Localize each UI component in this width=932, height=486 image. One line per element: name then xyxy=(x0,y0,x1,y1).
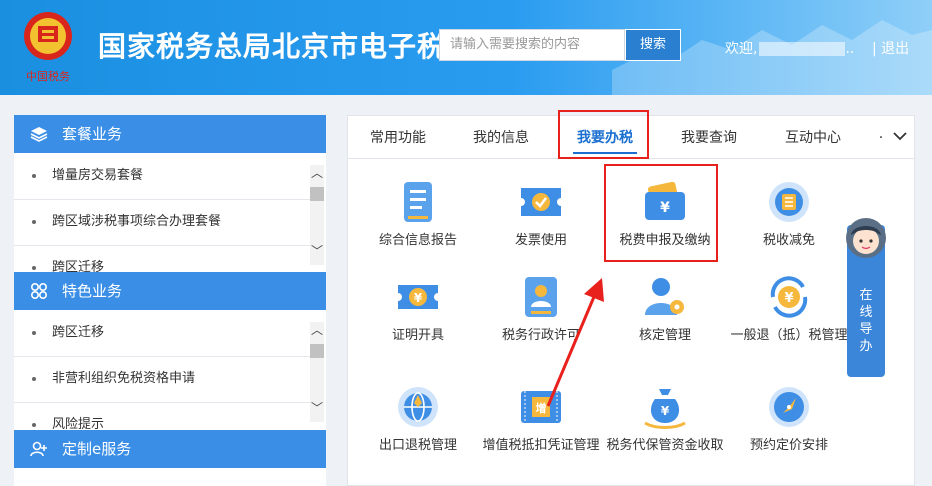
logout-label: 退出 xyxy=(881,41,910,57)
tile-general-refund[interactable]: ¥ 一般退（抵）税管理 xyxy=(729,273,849,345)
bullet xyxy=(32,174,36,178)
section-title: 套餐业务 xyxy=(62,125,123,143)
scrollbar[interactable]: ︿ ﹀ xyxy=(310,165,324,265)
refund-icon: ¥ xyxy=(770,276,808,318)
section-features[interactable]: 特色业务 xyxy=(14,272,326,310)
tab-interaction[interactable]: 互动中心 xyxy=(763,116,863,158)
welcome-text: 欢迎,.. xyxy=(725,38,854,58)
certificate-icon: ¥ xyxy=(398,285,438,309)
list-item-label: 非营利组织免税资格申请 xyxy=(52,371,196,386)
annotation-arrow xyxy=(546,278,604,407)
svg-text:中国税务: 中国税务 xyxy=(26,69,70,83)
svg-text:¥: ¥ xyxy=(784,291,793,306)
chevron-up-icon[interactable]: ︿ xyxy=(310,165,324,181)
tile-label: 证明开具 xyxy=(391,328,444,343)
section-packages[interactable]: 套餐业务 xyxy=(14,115,326,153)
chevron-up-icon[interactable]: ︿ xyxy=(310,322,324,338)
list-item[interactable]: 风险提示 xyxy=(14,402,310,430)
section-title: 特色业务 xyxy=(62,282,123,300)
tile-invoice-use[interactable]: 发票使用 xyxy=(481,178,601,250)
highlight-box-tab xyxy=(558,110,649,159)
tile-label: 一般退（抵）税管理 xyxy=(730,328,848,343)
assistant-avatar-icon xyxy=(846,218,886,258)
bullet xyxy=(32,423,36,427)
chevron-down-icon[interactable] xyxy=(890,126,910,146)
scroll-thumb[interactable] xyxy=(310,344,324,358)
guide-char: 线 xyxy=(859,305,873,320)
list-item[interactable]: 跨区迁移 xyxy=(14,310,310,357)
left-sidebar: 套餐业务 增量房交易套餐 跨区域涉税事项综合办理套餐 跨区迁移 ︿ ﹀ 特色业务… xyxy=(14,115,326,486)
tile-export-refund[interactable]: 出口退税管理 xyxy=(358,383,478,455)
list-item[interactable]: 增量房交易套餐 xyxy=(14,153,310,200)
tab-common[interactable]: 常用功能 xyxy=(348,116,448,158)
list-item-label: 增量房交易套餐 xyxy=(52,168,144,183)
list-item-label: 跨区迁移 xyxy=(52,325,105,340)
search-button[interactable]: 搜索 xyxy=(625,29,681,61)
tile-label: 税务代保管资金收取 xyxy=(606,438,724,453)
list-item-label: 跨区迁移 xyxy=(52,260,105,272)
main-panel: 常用功能 我的信息 我要办税 我要查询 互动中心 · 综合信息报告 发票使用 ¥… xyxy=(347,110,915,486)
scroll-thumb[interactable] xyxy=(310,187,324,201)
compass-icon xyxy=(769,387,809,427)
bullet xyxy=(32,377,36,381)
report-icon xyxy=(404,182,432,222)
globe-icon xyxy=(398,387,438,427)
svg-text:¥: ¥ xyxy=(414,291,423,305)
list-item[interactable]: 非营利组织免税资格申请 xyxy=(14,356,310,403)
scrollbar[interactable]: ︿ ﹀ xyxy=(310,322,324,422)
tab-overflow[interactable]: · xyxy=(873,116,889,158)
section-custom-services[interactable]: 定制e服务 xyxy=(14,430,326,468)
online-guide-label: 在 线 导 办 xyxy=(847,287,885,355)
list-item-label: 风险提示 xyxy=(52,417,105,430)
tile-label: 核定管理 xyxy=(638,328,691,343)
user-plus-icon xyxy=(30,441,47,457)
tab-my-info[interactable]: 我的信息 xyxy=(451,116,551,158)
tile-certificate-issuance[interactable]: ¥ 证明开具 xyxy=(358,273,478,345)
coin-stack-icon xyxy=(769,182,809,222)
tab-query[interactable]: 我要查询 xyxy=(659,116,759,158)
guide-char: 在 xyxy=(859,288,873,303)
tile-label: 发票使用 xyxy=(514,233,567,248)
chevron-down-icon[interactable]: ﹀ xyxy=(310,243,324,259)
guide-char: 办 xyxy=(859,339,873,354)
tax-emblem-logo: 中国税务 xyxy=(24,12,72,83)
masked-username xyxy=(759,42,846,56)
chevron-down-icon[interactable]: ﹀ xyxy=(310,400,324,416)
highlight-box-tile xyxy=(604,164,718,262)
layers-icon xyxy=(30,127,48,142)
tile-tax-relief[interactable]: 税收减免 xyxy=(729,178,849,250)
separator: | xyxy=(872,41,877,57)
bullet xyxy=(32,331,36,335)
money-bag-icon: ¥ xyxy=(644,389,686,429)
guide-char: 导 xyxy=(859,322,873,337)
bullet xyxy=(32,220,36,224)
tile-label: 税收减免 xyxy=(762,233,815,248)
tile-advance-pricing[interactable]: 预约定价安排 xyxy=(729,383,849,455)
tile-assessment-management[interactable]: 核定管理 xyxy=(605,273,725,345)
list-item-label: 跨区域涉税事项综合办理套餐 xyxy=(52,214,222,229)
tile-label: 预约定价安排 xyxy=(749,438,828,453)
welcome-label: 欢迎, xyxy=(725,41,758,57)
list-item[interactable]: 跨区域涉税事项综合办理套餐 xyxy=(14,199,310,246)
grid-circles-icon xyxy=(30,282,48,300)
section-title: 定制e服务 xyxy=(62,440,132,458)
svg-text:¥: ¥ xyxy=(661,404,670,418)
bullet xyxy=(32,266,36,270)
invoice-icon xyxy=(521,188,561,216)
welcome-suffix: .. xyxy=(845,41,855,57)
site-header: 中国税务 国家税务总局北京市电子税务局 请输入需要搜索的内容 搜索 欢迎,.. … xyxy=(0,0,932,95)
online-guide-widget[interactable]: 在 线 导 办 xyxy=(846,218,886,377)
logout-link[interactable]: | 退出 xyxy=(872,38,909,58)
search-input[interactable]: 请输入需要搜索的内容 xyxy=(439,29,625,61)
tile-custodial-funds[interactable]: ¥ 税务代保管资金收取 xyxy=(605,383,725,455)
tile-label: 增值税抵扣凭证管理 xyxy=(482,438,600,453)
list-item[interactable]: 跨区迁移 xyxy=(14,245,310,272)
tile-label: 综合信息报告 xyxy=(378,233,457,248)
user-gear-icon xyxy=(645,278,684,315)
tile-label: 出口退税管理 xyxy=(378,438,457,453)
tile-comprehensive-report[interactable]: 综合信息报告 xyxy=(358,178,478,250)
